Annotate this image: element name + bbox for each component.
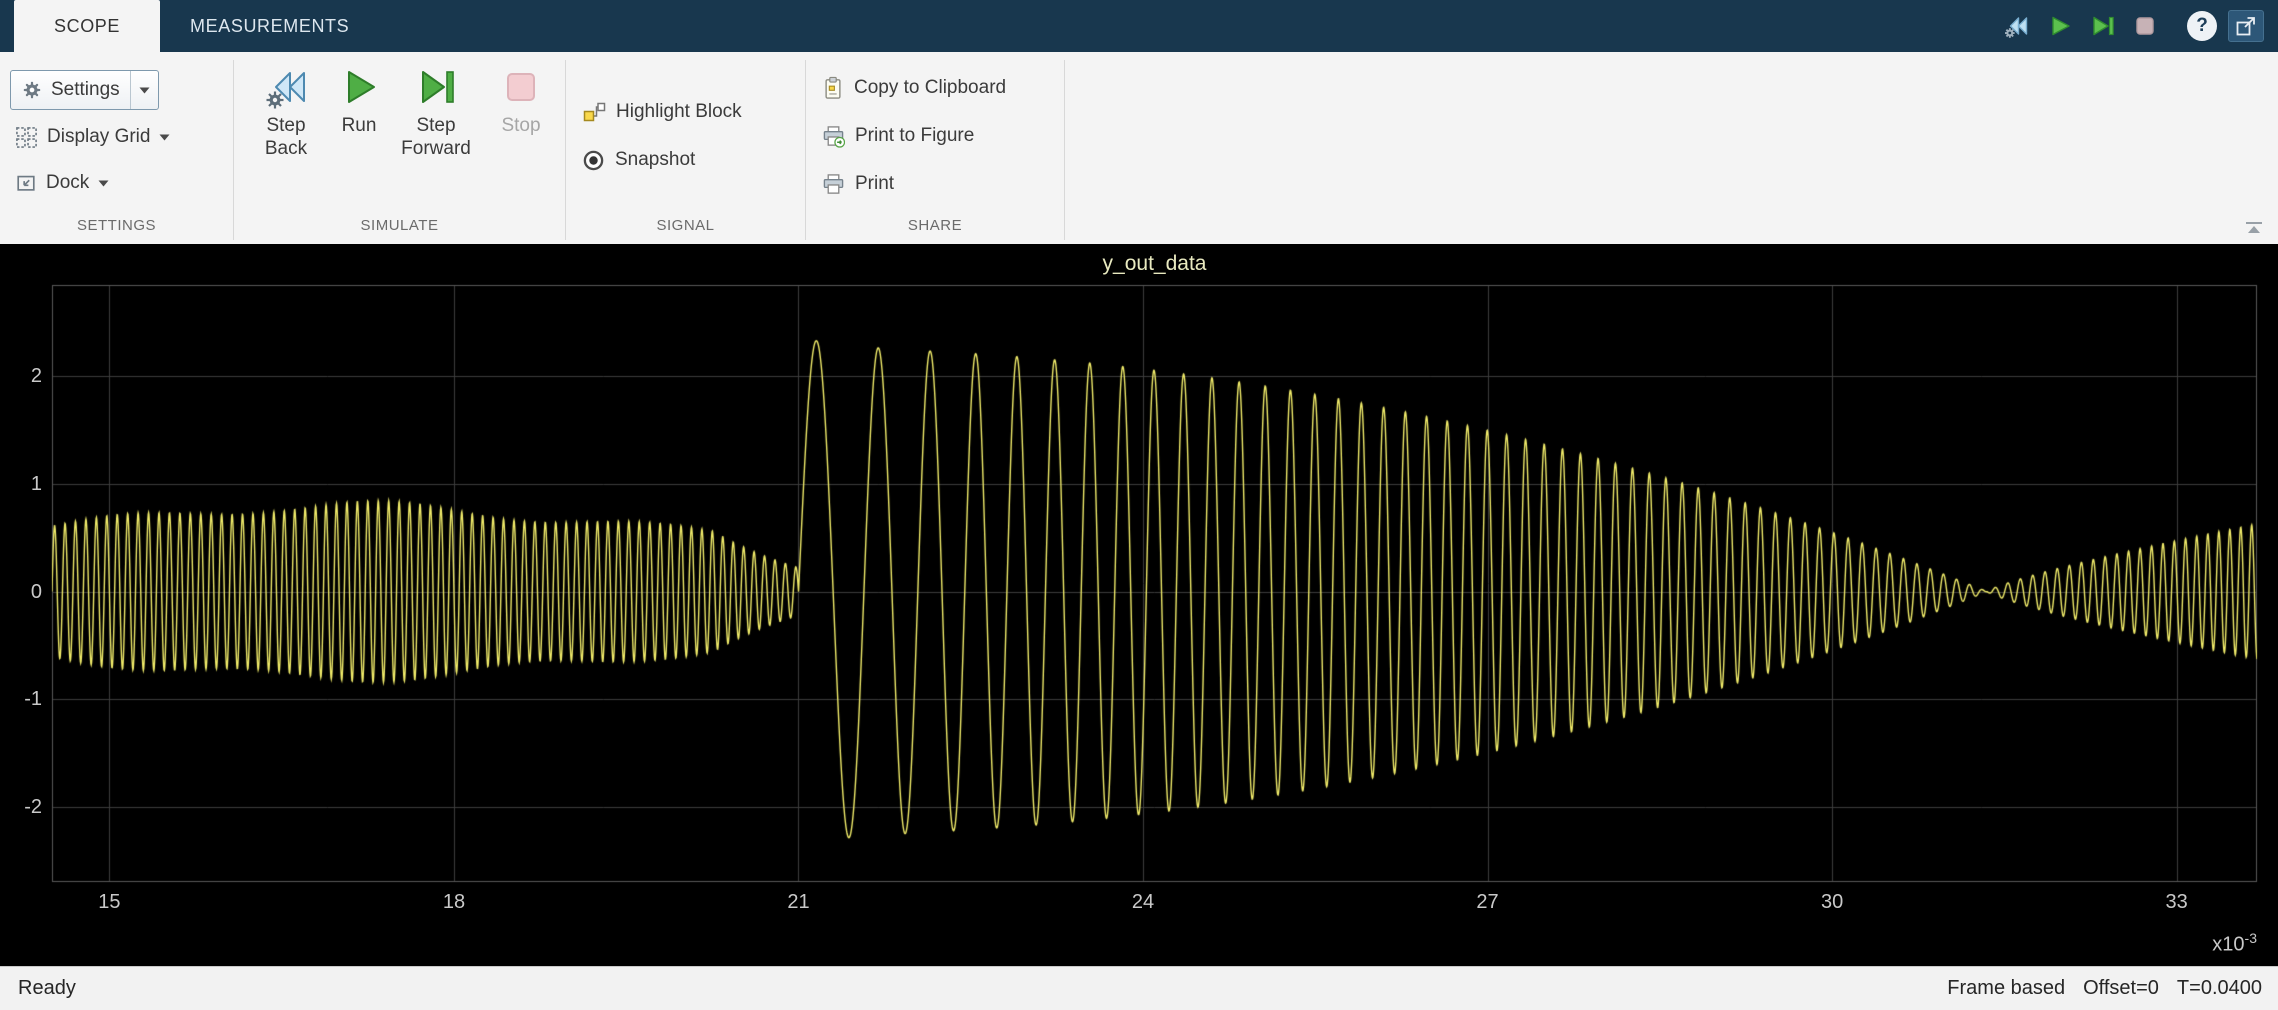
settings-button[interactable]: Settings — [10, 70, 159, 110]
x-tick-label: 15 — [79, 890, 139, 914]
print-to-figure-button[interactable]: Print to Figure — [822, 112, 974, 160]
minimize-toolstrip-icon — [2244, 221, 2264, 234]
settings-label: Settings — [51, 79, 120, 101]
help-glyph: ? — [2187, 11, 2217, 41]
scope-window: SCOPE MEASUREMENTS — [0, 0, 2278, 1010]
status-offset: Offset=0 — [2083, 977, 2159, 1000]
tab-measurements-label: MEASUREMENTS — [190, 16, 349, 37]
settings-dropdown-button[interactable] — [130, 71, 158, 109]
highlight-block-label: Highlight Block — [616, 101, 742, 123]
x-scale-base: x10 — [2212, 934, 2244, 956]
print-to-figure-icon — [822, 125, 845, 148]
step-forward-button[interactable]: Step Forward — [390, 64, 482, 216]
titlebar: SCOPE MEASUREMENTS — [0, 0, 2278, 52]
chevron-down-icon — [159, 134, 170, 141]
stop-glyph — [2132, 13, 2158, 39]
dock-icon — [15, 172, 37, 194]
x-scale-exponent: -3 — [2245, 930, 2257, 946]
y-tick-label: -2 — [0, 795, 42, 819]
section-simulate: Step Back Run Step Forward — [234, 52, 565, 244]
y-tick-label: 2 — [0, 364, 42, 388]
y-tick-label: -1 — [0, 687, 42, 711]
section-signal: Highlight Block Snapshot SIGNAL — [566, 52, 805, 244]
step-forward-icon[interactable] — [2085, 9, 2119, 43]
popout-glyph — [2234, 14, 2258, 38]
step-back-glyph — [2003, 13, 2029, 39]
x-tick-label: 21 — [768, 890, 828, 914]
status-time: T=0.0400 — [2177, 977, 2262, 1000]
minimize-toolstrip-button[interactable] — [2242, 219, 2266, 239]
snapshot-button[interactable]: Snapshot — [582, 136, 695, 184]
help-icon[interactable]: ? — [2185, 9, 2219, 43]
highlight-block-icon — [582, 100, 606, 124]
print-to-figure-label: Print to Figure — [855, 125, 974, 147]
status-right-group: Frame based Offset=0 T=0.0400 — [1947, 977, 2278, 1000]
x-tick-label: 30 — [1802, 890, 1862, 914]
tab-scope-label: SCOPE — [54, 16, 120, 37]
x-tick-label: 33 — [2147, 890, 2207, 914]
x-tick-label: 27 — [1458, 890, 1518, 914]
section-label-settings: SETTINGS — [0, 216, 233, 244]
popout-icon[interactable] — [2228, 10, 2264, 42]
step-back-label: Step Back — [244, 115, 328, 161]
print-label: Print — [855, 173, 894, 195]
snapshot-icon — [582, 149, 605, 172]
statusbar: Ready Frame based Offset=0 T=0.0400 — [0, 966, 2278, 1010]
section-share: Copy to Clipboard Print to Figure — [806, 52, 1064, 244]
section-label-simulate: SIMULATE — [234, 216, 565, 244]
step-back-icon — [263, 64, 309, 110]
toolstrip: Settings Display Gr — [0, 52, 2278, 244]
plot-area: y_out_data x10-3 15182124273033210-1-2 — [0, 244, 2278, 966]
scope-plot-canvas[interactable] — [0, 244, 2278, 966]
y-tick-label: 1 — [0, 472, 42, 496]
display-grid-icon — [15, 126, 38, 149]
tab-measurements[interactable]: MEASUREMENTS — [160, 0, 379, 52]
copy-to-clipboard-icon — [822, 76, 844, 100]
chevron-down-icon — [139, 87, 150, 94]
x-axis-scale-label: x10-3 — [52, 930, 2257, 957]
section-label-signal: SIGNAL — [566, 216, 805, 244]
step-back-icon[interactable] — [1999, 9, 2033, 43]
gear-icon — [21, 79, 43, 101]
step-forward-icon — [413, 64, 459, 110]
run-icon[interactable] — [2042, 9, 2076, 43]
section-settings: Settings Display Gr — [0, 52, 233, 244]
step-forward-label: Step Forward — [390, 115, 482, 161]
stop-icon — [2128, 9, 2162, 43]
display-grid-label: Display Grid — [47, 126, 150, 148]
display-grid-button[interactable]: Display Grid — [10, 118, 176, 156]
titlebar-quick-actions: ? — [1999, 0, 2278, 52]
highlight-block-button[interactable]: Highlight Block — [582, 88, 742, 136]
tab-scope[interactable]: SCOPE — [14, 0, 160, 52]
copy-to-clipboard-button[interactable]: Copy to Clipboard — [822, 64, 1006, 112]
status-frame-mode: Frame based — [1947, 977, 2065, 1000]
plot-title: y_out_data — [52, 252, 2257, 276]
section-label-share: SHARE — [806, 216, 1064, 244]
toolstrip-filler — [1065, 52, 2278, 244]
print-button[interactable]: Print — [822, 160, 894, 208]
chevron-down-icon — [98, 180, 109, 187]
run-label: Run — [342, 115, 377, 138]
x-tick-label: 24 — [1113, 890, 1173, 914]
stop-label: Stop — [501, 115, 540, 138]
step-forward-glyph — [2089, 13, 2115, 39]
print-icon — [822, 173, 845, 196]
snapshot-label: Snapshot — [615, 149, 695, 171]
x-tick-label: 18 — [424, 890, 484, 914]
run-icon — [336, 64, 382, 110]
step-back-button[interactable]: Step Back — [244, 64, 328, 216]
stop-icon — [498, 64, 544, 110]
run-glyph — [2046, 13, 2072, 39]
run-button[interactable]: Run — [331, 64, 387, 216]
copy-to-clipboard-label: Copy to Clipboard — [854, 77, 1006, 99]
y-tick-label: 0 — [0, 580, 42, 604]
dock-button[interactable]: Dock — [10, 164, 115, 202]
dock-label: Dock — [46, 172, 89, 194]
status-ready: Ready — [0, 977, 76, 1000]
stop-button: Stop — [485, 64, 557, 216]
